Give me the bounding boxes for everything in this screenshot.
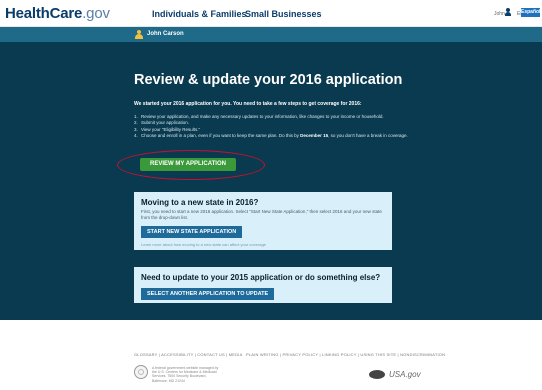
healthcare-gov-logo[interactable]: HealthCare.gov	[5, 5, 110, 22]
partner-logo-icon	[369, 370, 385, 379]
user-icon[interactable]	[505, 8, 511, 17]
nav-individuals-families[interactable]: Individuals & Families	[152, 9, 247, 19]
update-application-card: Need to update to your 2015 application …	[134, 267, 392, 303]
step-item: 4. Choose and enroll in a plan, even if y…	[134, 132, 408, 138]
page-title: Review & update your 2016 application	[134, 72, 403, 88]
start-new-state-application-button[interactable]: START NEW STATE APPLICATION	[141, 226, 243, 238]
footer-links-left[interactable]: GLOSSARY | ACCESSIBILITY | CONTACT US | …	[134, 352, 242, 357]
main-panel: John Carson Review & update your 2016 ap…	[0, 27, 542, 320]
steps-list: 1. Review your application, and make any …	[134, 114, 419, 139]
site-footer: GLOSSARY | ACCESSIBILITY | CONTACT US | …	[0, 320, 542, 390]
usagov-logo[interactable]: USA.gov	[389, 370, 421, 379]
intro-text: We started your 2016 application for you…	[134, 101, 362, 107]
footer-links-right[interactable]: PLAIN WRITING | PRIVACY POLICY | LINKING…	[246, 352, 445, 357]
review-my-application-button[interactable]: REVIEW MY APPLICATION	[140, 158, 236, 171]
moving-state-text: First, you need to start a new 2016 appl…	[141, 209, 382, 220]
hhs-seal-icon	[134, 365, 148, 379]
user-bar: John Carson	[0, 27, 542, 42]
user-menu-label[interactable]: John	[494, 11, 505, 17]
site-header: HealthCare.gov Individuals & Families Sm…	[0, 0, 542, 27]
moving-learn-more-link[interactable]: Learn more about how moving to a new sta…	[141, 242, 385, 247]
nav-small-businesses[interactable]: Small Businesses	[245, 9, 322, 19]
espanol-button[interactable]: Español	[521, 8, 540, 17]
moving-state-card: Moving to a new state in 2016? First, yo…	[134, 192, 392, 250]
select-another-application-button[interactable]: SELECT ANOTHER APPLICATION TO UPDATE	[141, 288, 275, 300]
user-name[interactable]: John Carson	[147, 31, 184, 37]
user-avatar-icon	[135, 30, 143, 39]
update-application-title: Need to update to your 2015 application …	[141, 273, 381, 282]
footer-disclaimer: A federal government website managed by …	[152, 366, 219, 383]
moving-state-title: Moving to a new state in 2016?	[141, 198, 259, 207]
